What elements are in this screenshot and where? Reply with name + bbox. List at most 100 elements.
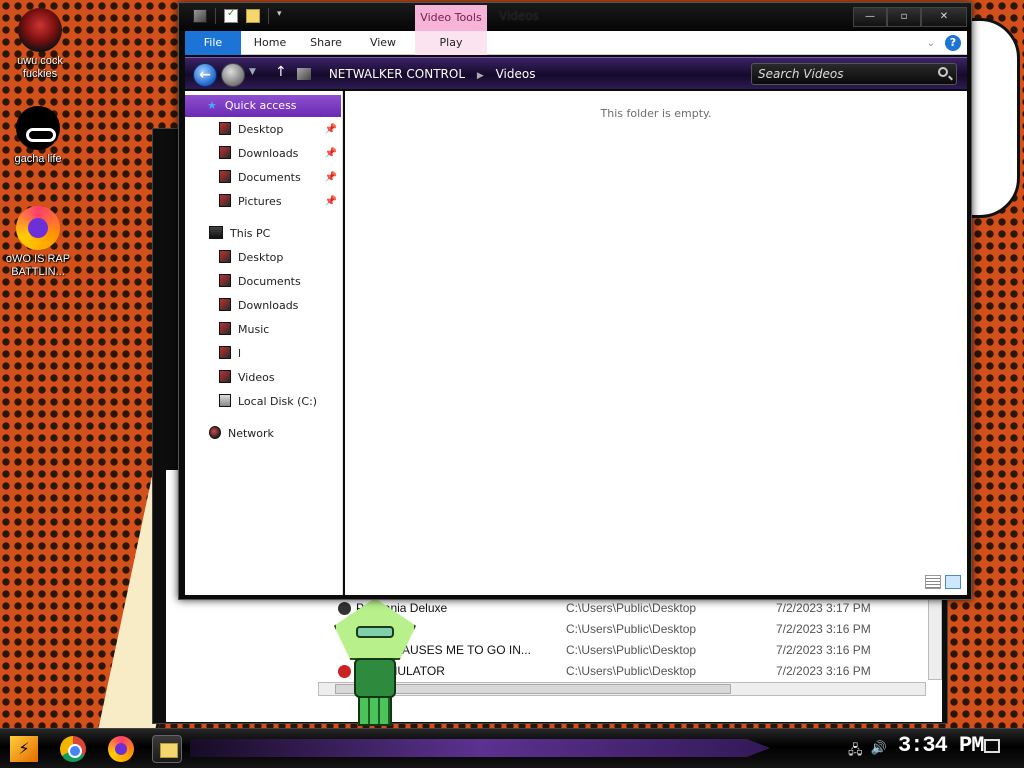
- search-box[interactable]: [751, 63, 957, 85]
- character-sticker: [330, 598, 420, 726]
- star-icon: ★: [207, 99, 217, 112]
- sidebar-item-label: Desktop: [238, 251, 284, 264]
- taskbar-decoration: [190, 739, 770, 757]
- file-path: C:\Users\Public\Desktop: [566, 643, 697, 657]
- recent-locations-icon[interactable]: ▼: [249, 67, 256, 77]
- tab-home[interactable]: Home: [247, 31, 293, 55]
- app-icon[interactable]: [193, 9, 207, 23]
- back-button[interactable]: ←: [193, 63, 217, 87]
- sidebar-item-desktop[interactable]: Desktop 📌: [185, 119, 341, 141]
- details-view-icon[interactable]: [925, 575, 941, 589]
- table-row[interactable]: NE SIMULATOR C:\Users\Public\Desktop 7/2…: [336, 661, 926, 682]
- pin-icon: 📌: [324, 148, 337, 159]
- expand-ribbon-icon[interactable]: ⌄: [927, 38, 935, 49]
- taskbar: ⚡ 🖧 🔊 3:34 PM: [0, 728, 1024, 768]
- downloads-folder-icon: [219, 298, 231, 311]
- up-arrow-icon[interactable]: ↑: [275, 64, 287, 80]
- pictures-folder-icon: [219, 194, 231, 207]
- volume-icon[interactable]: 🔊: [871, 741, 887, 763]
- properties-icon[interactable]: [224, 8, 238, 23]
- table-row[interactable]: UAGE CAUSES ME TO GO IN... C:\Users\Publ…: [336, 640, 926, 661]
- forward-button[interactable]: [221, 63, 245, 87]
- tab-file[interactable]: File: [185, 31, 241, 55]
- network-icon: [209, 426, 221, 439]
- sidebar-item-pc-downloads[interactable]: Downloads: [185, 295, 341, 317]
- desktop-icon-gacha-life[interactable]: gacha life: [0, 106, 76, 166]
- minimize-button[interactable]: —: [853, 7, 887, 27]
- incognito-icon: [16, 106, 60, 150]
- breadcrumb-separator-icon[interactable]: ▶: [477, 71, 484, 81]
- sidebar-item-pictures[interactable]: Pictures 📌: [185, 191, 341, 213]
- firefox-icon[interactable]: [108, 736, 134, 762]
- customize-dropdown-icon[interactable]: ▾: [277, 9, 282, 23]
- chrome-icon[interactable]: [60, 736, 86, 762]
- pin-icon: 📌: [324, 172, 337, 183]
- maximize-button[interactable]: ▫: [887, 7, 921, 27]
- file-date: 7/2/2023 3:16 PM: [776, 664, 871, 678]
- sidebar-item-this-pc[interactable]: This PC: [185, 223, 341, 245]
- desktop-icon-rap-battle[interactable]: oWO IS RAP BATTLIN...: [0, 206, 76, 279]
- close-button[interactable]: ✕: [921, 7, 967, 27]
- file-path: C:\Users\Public\Desktop: [566, 664, 697, 678]
- sidebar-item-pc-music[interactable]: Music: [185, 319, 341, 341]
- table-row[interactable]: R C:\Users\Public\Desktop 7/2/2023 3:16 …: [336, 619, 926, 640]
- breadcrumb-root[interactable]: NETWALKER CONTROL: [329, 67, 465, 81]
- tab-play[interactable]: Play: [415, 31, 487, 55]
- sidebar-item-pc-videos[interactable]: Videos: [185, 367, 341, 389]
- address-bar[interactable]: NETWALKER CONTROL ▶ Videos: [297, 64, 737, 84]
- videos-folder-icon: [219, 370, 231, 383]
- system-tray: 🖧 🔊: [848, 741, 887, 763]
- sidebar-item-label: Videos: [238, 371, 275, 384]
- character-body: [354, 658, 396, 698]
- notifications-icon[interactable]: [984, 739, 1000, 753]
- character-visor: [356, 626, 394, 638]
- desktop-icon-label: gacha life: [14, 153, 62, 165]
- network-tray-icon[interactable]: 🖧: [848, 741, 863, 763]
- tab-view[interactable]: View: [361, 31, 405, 55]
- sidebar-item-pc-desktop[interactable]: Desktop: [185, 247, 341, 269]
- sidebar-item-downloads[interactable]: Downloads 📌: [185, 143, 341, 165]
- table-row[interactable]: P t Mania Deluxe C:\Users\Public\Desktop…: [336, 598, 926, 619]
- file-explorer-icon[interactable]: [152, 735, 182, 763]
- large-icons-view-icon[interactable]: [945, 575, 961, 589]
- sidebar-item-label: Local Disk (C:): [238, 395, 318, 408]
- downloads-folder-icon: [219, 146, 231, 159]
- sidebar-item-network[interactable]: Network: [185, 423, 341, 445]
- breadcrumb-current[interactable]: Videos: [496, 67, 536, 81]
- clock[interactable]: 3:34 PM: [898, 733, 984, 758]
- search-input[interactable]: [758, 66, 928, 82]
- desktop-folder-icon: [219, 122, 231, 135]
- hard-drive-icon: [219, 394, 231, 407]
- sidebar-item-label: Documents: [238, 171, 301, 184]
- sidebar-item-label: Network: [228, 427, 274, 440]
- explorer-window[interactable]: ▾ Video Tools Videos — ▫ ✕ File Home Sha…: [178, 2, 972, 600]
- help-icon[interactable]: ?: [945, 35, 961, 51]
- start-button[interactable]: ⚡: [10, 736, 38, 762]
- documents-folder-icon: [219, 274, 231, 287]
- sidebar-item-pc-documents[interactable]: Documents: [185, 271, 341, 293]
- location-icon: [297, 68, 311, 80]
- toolbar-divider: [215, 8, 216, 24]
- title-bar[interactable]: ▾ Video Tools Videos — ▫ ✕: [179, 3, 971, 31]
- desktop-icon-label: oWO IS RAP BATTLIN...: [5, 253, 71, 278]
- desktop-icon-uwu[interactable]: uwu cock fuckies: [2, 8, 78, 81]
- sidebar-item-label: Desktop: [238, 123, 284, 136]
- tab-share[interactable]: Share: [303, 31, 349, 55]
- sidebar-item-label: Pictures: [238, 195, 282, 208]
- sidebar-item-label: Documents: [238, 275, 301, 288]
- file-list-area[interactable]: This folder is empty.: [345, 91, 967, 595]
- sidebar-item-documents[interactable]: Documents 📌: [185, 167, 341, 189]
- window-title: Videos: [499, 9, 539, 23]
- file-date: 7/2/2023 3:16 PM: [776, 643, 871, 657]
- firefox-icon: [16, 206, 60, 250]
- view-switcher: [925, 575, 961, 589]
- sidebar-item-quick-access[interactable]: ★ Quick access: [185, 95, 341, 117]
- search-icon[interactable]: [938, 67, 948, 77]
- pin-icon: 📌: [324, 196, 337, 207]
- vertical-scrollbar[interactable]: [928, 596, 942, 680]
- sidebar-item-pc-l[interactable]: l: [185, 343, 341, 365]
- sidebar-item-local-disk[interactable]: Local Disk (C:): [185, 391, 341, 413]
- toolbar-divider: [268, 8, 269, 24]
- file-date: 7/2/2023 3:16 PM: [776, 622, 871, 636]
- new-folder-icon[interactable]: [246, 9, 260, 23]
